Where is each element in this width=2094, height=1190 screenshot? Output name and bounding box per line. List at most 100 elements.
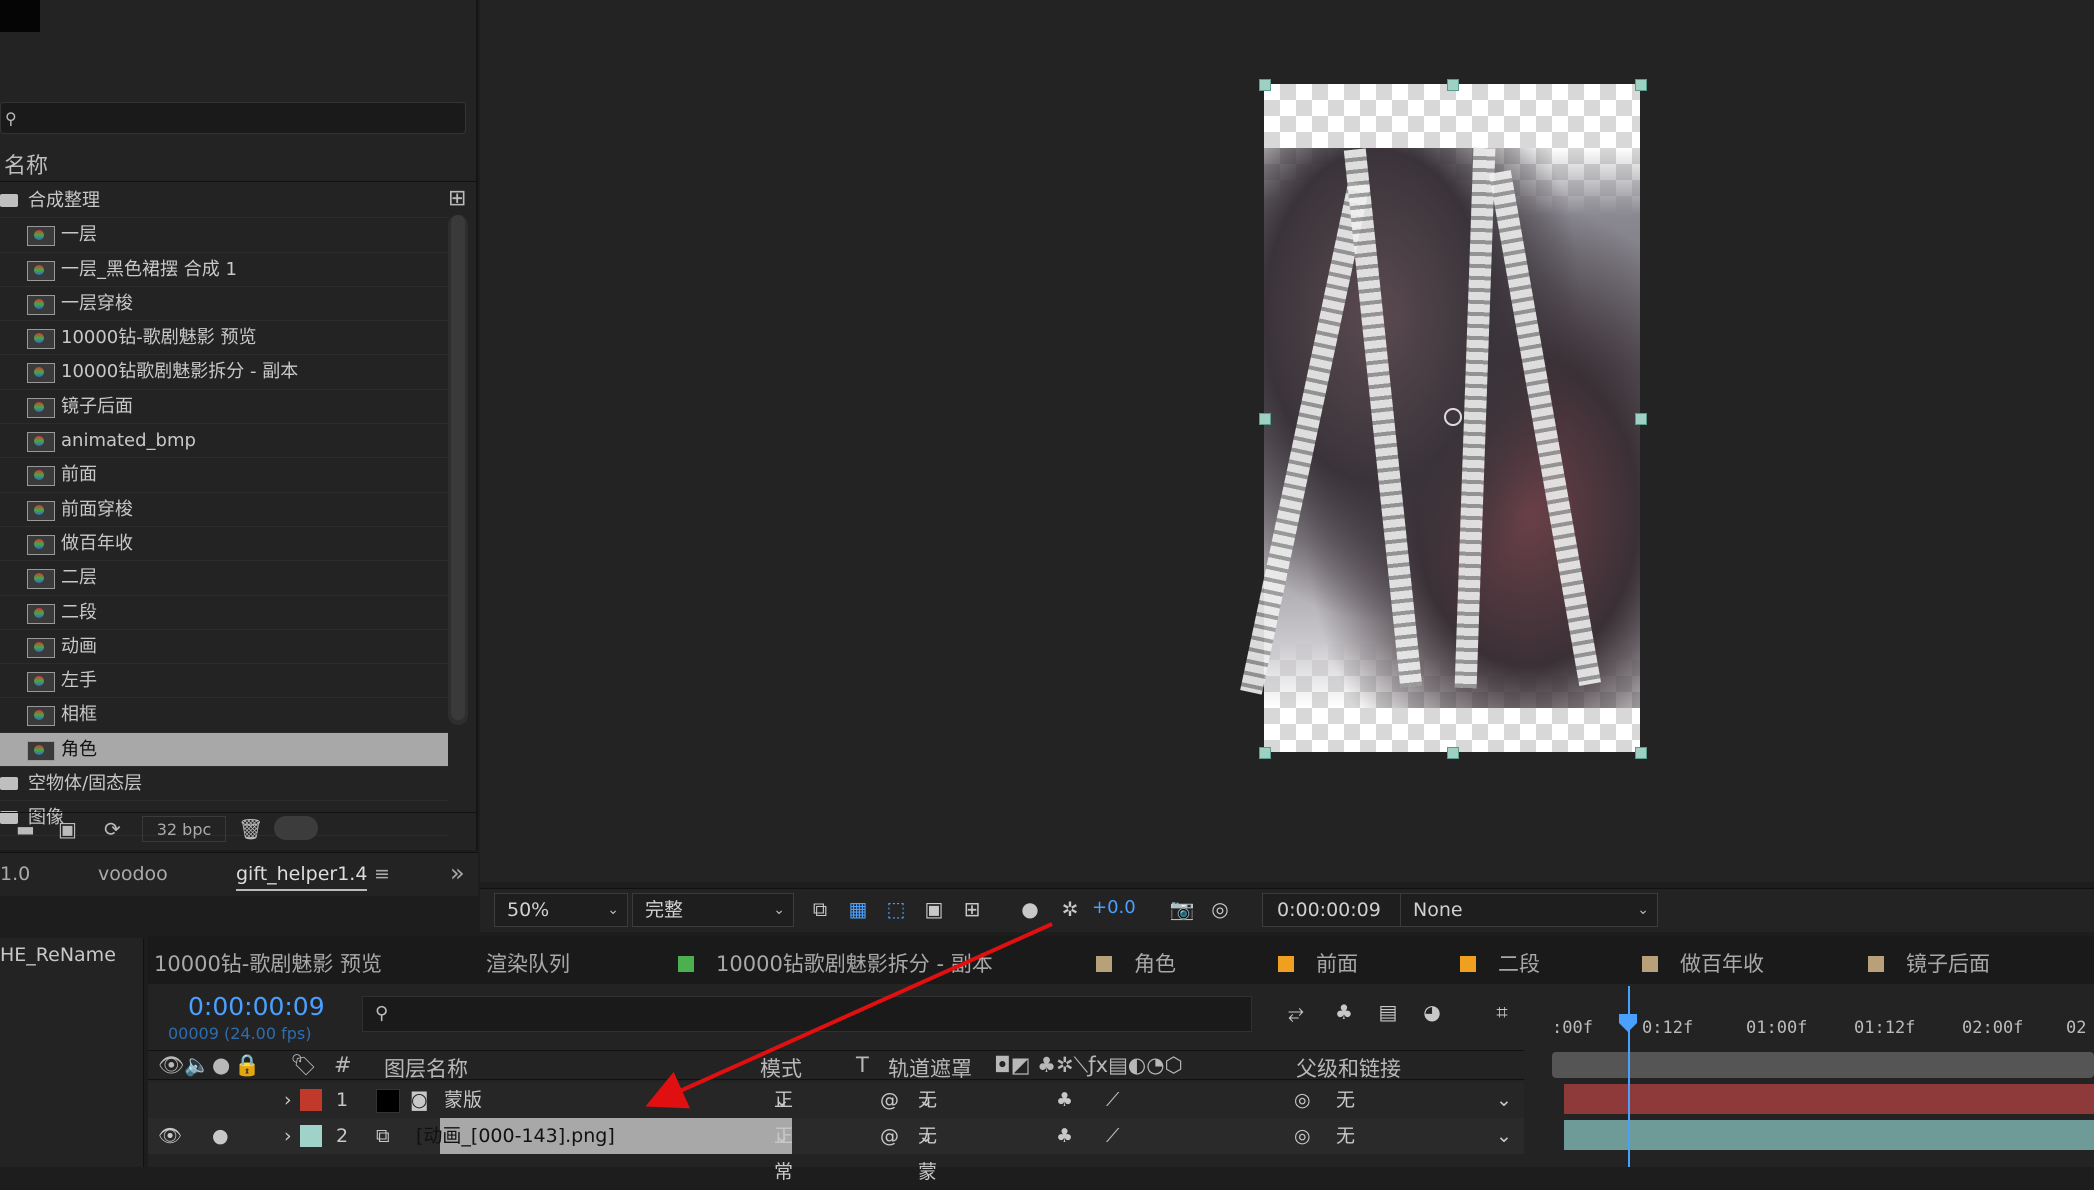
transform-handle[interactable] bbox=[1259, 413, 1271, 425]
parent-pickwhip-icon[interactable]: ◎ bbox=[1294, 1082, 1311, 1118]
motion-blur-icon[interactable]: ◕ bbox=[1418, 998, 1446, 1026]
trash-icon[interactable]: 🗑 bbox=[238, 817, 263, 841]
project-folder[interactable]: 合成整理 bbox=[0, 184, 448, 219]
project-search-input[interactable]: ⚲ bbox=[0, 102, 466, 134]
composition-flowchart-icon[interactable]: ⥂ bbox=[1282, 998, 1310, 1026]
project-comp-item[interactable]: animated_bmp bbox=[0, 424, 448, 459]
project-comp-item[interactable]: 相框 bbox=[0, 698, 448, 733]
snapshot-icon[interactable]: 📷 bbox=[1168, 895, 1196, 923]
project-scrollbar[interactable] bbox=[448, 215, 468, 725]
layer-2-duration-bar[interactable] bbox=[1564, 1120, 2094, 1150]
tab-opera-split-copy[interactable]: 10000钻歌剧魅影拆分 - 副本 bbox=[678, 948, 993, 978]
tab-gift-helper[interactable]: gift_helper1.4 bbox=[236, 863, 368, 891]
tab-render-queue[interactable]: 渲染队列 bbox=[486, 948, 570, 978]
shy-switch-icon[interactable]: ♣ bbox=[1056, 1118, 1073, 1154]
shy-switch-icon[interactable]: ♣ bbox=[1056, 1082, 1073, 1118]
parent-pickwhip-icon[interactable]: ◎ bbox=[1294, 1118, 1311, 1154]
solo-icon[interactable]: ● bbox=[212, 1053, 230, 1077]
shy-layers-icon[interactable]: ♣ bbox=[1330, 998, 1358, 1026]
layer-label-color[interactable] bbox=[300, 1125, 322, 1147]
playhead-line[interactable] bbox=[1628, 986, 1630, 1167]
grid-guides-icon[interactable]: ⊞ bbox=[958, 895, 986, 923]
layer-name[interactable]: 蒙版 bbox=[444, 1082, 482, 1118]
quality-switch-icon[interactable]: ⟋ bbox=[1106, 1082, 1119, 1118]
new-comp-icon[interactable]: ▣ bbox=[58, 817, 77, 841]
column-number[interactable]: # bbox=[334, 1053, 352, 1077]
layer-row-1[interactable]: › 1 ◙ 蒙版 正常 ⌄ @ 无蒙 ⌄ ♣ ⟋ ◎ 无⌄ bbox=[148, 1082, 1524, 1147]
reset-exposure-icon[interactable]: ✲ bbox=[1056, 895, 1084, 923]
current-time-display[interactable]: 0:00:00:09 bbox=[1262, 893, 1404, 927]
project-column-name[interactable]: 名称 bbox=[0, 152, 476, 182]
transform-handle[interactable] bbox=[1447, 747, 1459, 759]
new-folder-icon[interactable]: ▬ bbox=[16, 817, 35, 841]
label-tag-icon[interactable]: 🏷 bbox=[290, 1053, 317, 1078]
graph-editor-icon[interactable]: ⌗ bbox=[1488, 998, 1516, 1026]
more-tabs-icon[interactable]: » bbox=[450, 859, 465, 887]
project-comp-item[interactable]: 10000钻-歌剧魅影 预览 bbox=[0, 321, 448, 356]
track-matte-dropdown[interactable]: 无蒙 ⌄ bbox=[918, 1118, 937, 1183]
tab-1-0[interactable]: 1.0 bbox=[0, 863, 30, 885]
blend-mode-dropdown[interactable]: 正常 ⌄ bbox=[774, 1082, 793, 1147]
column-parent[interactable]: 父级和链接 bbox=[1296, 1053, 1401, 1083]
project-comp-item[interactable]: 一层穿梭 bbox=[0, 287, 448, 322]
resolution-dropdown[interactable]: 完整 ⌄ bbox=[632, 893, 794, 927]
audio-icon[interactable]: 🔈 bbox=[184, 1053, 210, 1078]
quality-switch-icon[interactable]: ⟋ bbox=[1106, 1118, 1119, 1154]
pickwhip-icon[interactable]: @ bbox=[880, 1082, 899, 1118]
column-mode[interactable]: 模式 bbox=[760, 1053, 802, 1083]
tab-opera-preview[interactable]: 10000钻-歌剧魅影 预览 bbox=[154, 948, 382, 978]
transform-handle[interactable] bbox=[1635, 79, 1647, 91]
transform-handle[interactable] bbox=[1259, 747, 1271, 759]
project-toggle[interactable] bbox=[274, 816, 318, 840]
frame-blending-icon[interactable]: ▤ bbox=[1374, 998, 1402, 1026]
project-comp-item[interactable]: 镜子后面 bbox=[0, 390, 448, 425]
zoom-dropdown[interactable]: 50% ⌄ bbox=[494, 893, 628, 927]
project-comp-item[interactable]: 角色 bbox=[0, 732, 448, 768]
project-comp-item[interactable]: 动画 bbox=[0, 630, 448, 665]
project-comp-item[interactable]: 左手 bbox=[0, 664, 448, 699]
tab-section-two[interactable]: 二段 bbox=[1460, 948, 1540, 978]
project-comp-item[interactable]: 做百年收 bbox=[0, 527, 448, 562]
work-area-bar[interactable] bbox=[1552, 1052, 2094, 1078]
project-comp-item[interactable]: 二段 bbox=[0, 596, 448, 630]
track-matte-dropdown[interactable]: 无蒙 ⌄ bbox=[918, 1082, 937, 1147]
project-comp-item[interactable]: 10000钻歌剧魅影拆分 - 副本 bbox=[0, 355, 448, 390]
timeline-timecode[interactable]: 0:00:00:09 bbox=[188, 992, 325, 1021]
transform-handle[interactable] bbox=[1635, 747, 1647, 759]
tab-menu-icon[interactable]: ≡ bbox=[374, 863, 390, 885]
tab-front[interactable]: 前面 bbox=[1278, 948, 1358, 978]
transform-handle[interactable] bbox=[1259, 79, 1271, 91]
fast-preview-icon[interactable]: ⧉ bbox=[806, 895, 834, 923]
layer-label-color[interactable] bbox=[300, 1089, 322, 1111]
composition-viewer[interactable] bbox=[480, 0, 2094, 882]
project-comp-item[interactable]: 前面穿梭 bbox=[0, 493, 448, 527]
layer-name[interactable]: [动画_[000-143].png] bbox=[416, 1118, 615, 1154]
project-comp-item[interactable]: 一层_黑色裙摆 合成 1 bbox=[0, 253, 448, 287]
mask-path-icon[interactable]: ⬚ bbox=[882, 895, 910, 923]
transform-handle[interactable] bbox=[1635, 413, 1647, 425]
expand-chevron-icon[interactable]: › bbox=[284, 1118, 292, 1154]
solo-dot-icon[interactable]: ● bbox=[212, 1118, 229, 1154]
layer-row-2[interactable]: 👁 ● › 2 ⧉ [动画_[000-143].png] 正常 ⌄ @ 无蒙 ⌄… bbox=[148, 1118, 1524, 1183]
project-comp-item[interactable]: 前面 bbox=[0, 458, 448, 493]
lock-icon[interactable]: 🔒 bbox=[234, 1053, 260, 1078]
region-of-interest-icon[interactable]: ▣ bbox=[920, 895, 948, 923]
flowchart-icon[interactable]: ⊞ bbox=[448, 186, 466, 211]
tab-character[interactable]: 角色 bbox=[1096, 948, 1176, 978]
tab-century[interactable]: 做百年收 bbox=[1642, 948, 1764, 978]
transform-handle[interactable] bbox=[1447, 79, 1459, 91]
tab-voodoo[interactable]: voodoo bbox=[98, 863, 168, 885]
layer-search-input[interactable]: ⚲ bbox=[362, 996, 1252, 1032]
project-comp-item[interactable]: 一层 bbox=[0, 218, 448, 253]
blend-mode-dropdown[interactable]: 正常 ⌄ bbox=[774, 1118, 793, 1183]
switches-icon[interactable]: ◘◩ ♣✲⟍ƒx▤◐◔⬡ bbox=[994, 1053, 1183, 1078]
column-track-matte[interactable]: 轨道遮罩 bbox=[888, 1053, 972, 1083]
column-t[interactable]: T bbox=[856, 1053, 869, 1077]
project-comp-item[interactable]: 二层 bbox=[0, 561, 448, 596]
composition-canvas[interactable] bbox=[1240, 79, 1647, 759]
bit-depth-button[interactable]: 32 bpc bbox=[142, 816, 226, 842]
project-folder[interactable]: 空物体/固态层 bbox=[0, 767, 448, 802]
layer-1-duration-bar[interactable] bbox=[1564, 1084, 2094, 1114]
tab-behind-mirror[interactable]: 镜子后面 bbox=[1868, 948, 1990, 978]
anchor-point-icon[interactable] bbox=[1444, 408, 1462, 426]
